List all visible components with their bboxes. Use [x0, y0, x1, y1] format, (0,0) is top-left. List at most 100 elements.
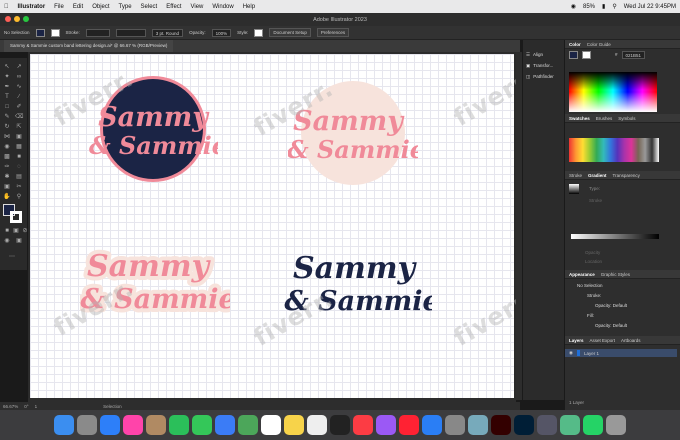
- menu-edit[interactable]: Edit: [73, 4, 83, 10]
- screen-mode-icon[interactable]: ▣: [15, 238, 23, 244]
- slice-tool-icon[interactable]: ✂: [15, 184, 23, 190]
- rotate-tool-icon[interactable]: ↻: [3, 124, 11, 130]
- layer-row[interactable]: ◉ Layer 1: [565, 349, 677, 357]
- menu-type[interactable]: Type: [119, 4, 132, 10]
- tab-symbols[interactable]: Symbols: [618, 116, 635, 121]
- preferences-button[interactable]: Preferences: [316, 28, 350, 37]
- apple-icon[interactable]: : [4, 4, 9, 10]
- scale-tool-icon[interactable]: ⇱: [15, 124, 23, 130]
- reminders-icon[interactable]: [307, 415, 327, 435]
- menu-object[interactable]: Object: [92, 4, 109, 10]
- appearance-opacity-2[interactable]: Opacity: Default: [595, 323, 627, 328]
- curvature-tool-icon[interactable]: ∿: [15, 84, 23, 90]
- brush-select[interactable]: 3 pt. Round: [151, 28, 184, 37]
- utility-icon[interactable]: [537, 415, 557, 435]
- trash-icon[interactable]: [606, 415, 626, 435]
- messages-icon[interactable]: [192, 415, 212, 435]
- illustrator-icon[interactable]: [491, 415, 511, 435]
- files-icon[interactable]: [560, 415, 580, 435]
- transform-panel-button[interactable]: ▣ Transfor...: [523, 60, 564, 71]
- menu-app-name[interactable]: Illustrator: [18, 4, 46, 10]
- shape-builder-tool-icon[interactable]: ◉: [3, 144, 11, 150]
- settings-icon[interactable]: [445, 415, 465, 435]
- tab-brushes[interactable]: Brushes: [596, 116, 613, 121]
- eyedropper-tool-icon[interactable]: ✑: [3, 164, 11, 170]
- variable-width-select[interactable]: [115, 28, 146, 37]
- tab-layers[interactable]: Layers: [569, 338, 584, 343]
- blend-tool-icon[interactable]: ◌: [15, 164, 23, 170]
- tab-color-guide[interactable]: Color Guide: [587, 42, 611, 47]
- mail-icon[interactable]: [215, 415, 235, 435]
- line-tool-icon[interactable]: ∕: [15, 94, 23, 100]
- status-mode[interactable]: Selection: [103, 404, 122, 409]
- stroke-color-icon[interactable]: [10, 211, 22, 223]
- gradient-mode-icon[interactable]: ▣: [12, 228, 20, 234]
- clock[interactable]: Wed Jul 22 9:45PM: [624, 4, 676, 10]
- tab-asset-export[interactable]: Asset Export: [590, 338, 616, 343]
- draw-mode-icon[interactable]: ◉: [3, 238, 11, 244]
- menu-help[interactable]: Help: [243, 4, 255, 10]
- music-icon[interactable]: [353, 415, 373, 435]
- safari-icon[interactable]: [100, 415, 120, 435]
- tab-graphic-styles[interactable]: Graphic Styles: [601, 272, 630, 277]
- artboard-number[interactable]: 1: [35, 404, 38, 409]
- lasso-tool-icon[interactable]: ∞: [15, 74, 23, 80]
- pen-tool-icon[interactable]: ✒: [3, 84, 11, 90]
- tab-artboards[interactable]: Artboards: [621, 338, 641, 343]
- menu-window[interactable]: Window: [212, 4, 233, 10]
- gradient-tool-icon[interactable]: ■: [15, 154, 23, 160]
- app-store-icon[interactable]: [422, 415, 442, 435]
- eraser-tool-icon[interactable]: ⌫: [15, 114, 23, 120]
- gradient-slider[interactable]: [571, 234, 659, 239]
- photoshop-icon[interactable]: [514, 415, 534, 435]
- width-tool-icon[interactable]: ⋈: [3, 134, 11, 140]
- perspective-grid-tool-icon[interactable]: ▦: [15, 144, 23, 150]
- selection-tool-icon[interactable]: ↖: [3, 64, 11, 70]
- more-tools-icon[interactable]: ⋯: [8, 254, 16, 260]
- minimize-window-icon[interactable]: [14, 16, 20, 22]
- notes-icon[interactable]: [284, 415, 304, 435]
- direct-selection-tool-icon[interactable]: ↗: [15, 64, 23, 70]
- free-transform-tool-icon[interactable]: ▣: [15, 134, 23, 140]
- color-stroke-swatch[interactable]: [582, 50, 591, 59]
- search-icon[interactable]: ⚲: [612, 3, 616, 10]
- document-tab[interactable]: Sammy & Sammie custom band lettering des…: [4, 40, 174, 52]
- artboard[interactable]: Sammy & Sammie Sammy & Sammie Sammy & Sa…: [30, 54, 538, 398]
- eye-icon[interactable]: ◉: [569, 350, 573, 356]
- layer-name[interactable]: Layer 1: [584, 351, 599, 356]
- hex-input[interactable]: 021B51: [621, 50, 646, 59]
- tab-gradient[interactable]: Gradient: [588, 173, 607, 178]
- finder-icon[interactable]: [54, 415, 74, 435]
- whatsapp-icon[interactable]: [583, 415, 603, 435]
- menu-file[interactable]: File: [54, 4, 64, 10]
- appearance-fill[interactable]: Fill:: [587, 313, 594, 318]
- close-window-icon[interactable]: [5, 16, 11, 22]
- tv-icon[interactable]: [330, 415, 350, 435]
- tab-swatches[interactable]: Swatches: [569, 116, 590, 121]
- color-spectrum[interactable]: [569, 72, 657, 112]
- battery-percent[interactable]: 85%: [583, 4, 595, 10]
- podcasts-icon[interactable]: [376, 415, 396, 435]
- color-mode-icon[interactable]: ■: [3, 228, 11, 234]
- style-swatch[interactable]: [254, 28, 264, 37]
- zoom-tool-icon[interactable]: ⚲: [15, 194, 23, 200]
- gradient-thumbnail[interactable]: [569, 184, 579, 194]
- menu-view[interactable]: View: [190, 4, 203, 10]
- symbol-sprayer-tool-icon[interactable]: ✱: [3, 174, 11, 180]
- stroke-weight-field[interactable]: [85, 28, 110, 37]
- opacity-field[interactable]: 100%: [211, 28, 232, 37]
- document-setup-button[interactable]: Document Setup: [269, 28, 311, 37]
- tab-color[interactable]: Color: [569, 42, 581, 47]
- tab-appearance[interactable]: Appearance: [569, 272, 595, 277]
- mesh-tool-icon[interactable]: ▩: [3, 154, 11, 160]
- menu-select[interactable]: Select: [141, 4, 158, 10]
- hand-tool-icon[interactable]: ✋: [3, 194, 11, 200]
- none-mode-icon[interactable]: ⊘: [21, 228, 29, 234]
- zoom-window-icon[interactable]: [23, 16, 29, 22]
- battery-icon[interactable]: ▮: [602, 3, 605, 10]
- appearance-stroke[interactable]: Stroke:: [587, 293, 601, 298]
- swatch-grid[interactable]: [569, 138, 659, 162]
- pathfinder-panel-button[interactable]: ◫ Pathfinder: [523, 71, 564, 82]
- rectangle-tool-icon[interactable]: □: [3, 104, 11, 110]
- type-tool-icon[interactable]: T: [3, 94, 11, 100]
